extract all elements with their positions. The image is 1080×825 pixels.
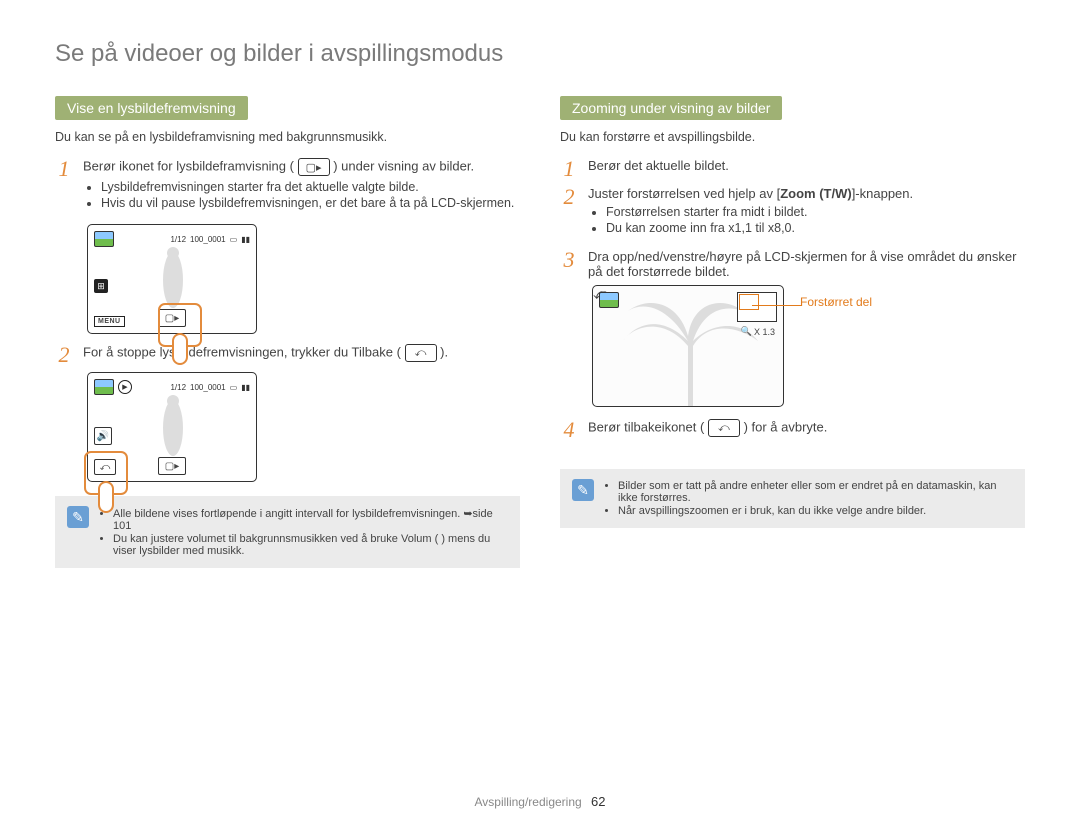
step-text: ).: [440, 344, 448, 359]
page-title: Se på videoer og bilder i avspillingsmod…: [55, 40, 1025, 68]
step-text: Berør ikonet for lysbildeframvisning (: [83, 158, 298, 173]
step-text: ) under visning av bilder.: [333, 158, 474, 173]
step-text: Juster forstørrelsen ved hjelp av [: [588, 186, 780, 201]
bullet: Lysbildefremvisningen starter fra det ak…: [101, 180, 520, 194]
counter: 1/12: [170, 383, 186, 392]
info-icon: ✎: [67, 506, 89, 528]
page-number: 62: [591, 794, 605, 809]
left-section-header: Vise en lysbildefremvisning: [55, 96, 248, 120]
folder-label: 100_0001: [190, 383, 226, 392]
lcd-thumbnail-zoom: 🔍 X 1.3 ⤺: [592, 285, 784, 407]
bullet: Hvis du vil pause lysbildefremvisningen,…: [101, 196, 520, 210]
step-bullets: Forstørrelsen starter fra midt i bildet.…: [588, 205, 1025, 235]
callout-line: [752, 305, 802, 306]
memory-icon: ▭: [230, 383, 238, 392]
step: 1 Berør det aktuelle bildet.: [560, 158, 1025, 180]
play-icon: ▶: [118, 380, 132, 394]
note-item: Alle bildene vises fortløpende i angitt …: [113, 507, 508, 532]
slideshow-button-icon: ▢▸: [158, 457, 186, 475]
zoom-thumbnail-wrap: 🔍 X 1.3 ⤺ Forstørret del: [560, 285, 1025, 407]
image-icon: [94, 379, 114, 395]
step-body: Dra opp/ned/venstre/høyre på LCD-skjerme…: [588, 249, 1025, 279]
battery-icon: ▮▮: [241, 383, 250, 392]
step-bullets: Lysbildefremvisningen starter fra det ak…: [83, 180, 520, 210]
left-intro: Du kan se på en lysbildeframvisning med …: [55, 130, 520, 144]
thumbnail-top-bar: 1/12 100_0001 ▭ ▮▮: [94, 231, 250, 247]
step-text: ) for å avbryte.: [744, 419, 828, 434]
note-list: Alle bildene vises fortløpende i angitt …: [99, 506, 508, 558]
zoom-level-label: 🔍 X 1.3: [741, 326, 775, 337]
note-box: ✎ Bilder som er tatt på andre enheter el…: [560, 469, 1025, 528]
note-text: Du kan justere volumet til bakgrunnsmusi…: [113, 533, 490, 557]
battery-icon: ▮▮: [241, 235, 250, 244]
info-icon: ✎: [572, 479, 594, 501]
step-text: Berør tilbakeikonet (: [588, 419, 708, 434]
step: 4 Berør tilbakeikonet ( ⤺ ) for å avbryt…: [560, 419, 1025, 441]
back-icon: ⤺: [405, 344, 437, 362]
step-text: ]-knappen.: [852, 186, 913, 201]
note-item: Bilder som er tatt på andre enheter elle…: [618, 480, 1013, 504]
step-number: 2: [560, 186, 578, 243]
volume-icon: 🔊: [94, 427, 112, 445]
step: 2 Juster forstørrelsen ved hjelp av [Zoo…: [560, 186, 1025, 243]
back-icon: ⤺: [708, 419, 740, 437]
step-text: For å stoppe lysbildefremvisningen, tryk…: [83, 344, 405, 359]
note-item: Du kan justere volumet til bakgrunnsmusi…: [113, 533, 508, 557]
thumbnail-top-bar: ▶ 1/12 100_0001 ▭ ▮▮: [94, 379, 250, 395]
menu-button: MENU: [94, 316, 125, 327]
image-icon: [94, 231, 114, 247]
step-body: Berør det aktuelle bildet.: [588, 158, 1025, 180]
step-number: 4: [560, 419, 578, 441]
bullet: Du kan zoome inn fra x1,1 til x8,0.: [606, 221, 1025, 235]
step-number: 3: [560, 249, 578, 279]
right-section-header: Zooming under visning av bilder: [560, 96, 782, 120]
step-number: 2: [55, 344, 73, 366]
two-columns: Vise en lysbildefremvisning Du kan se på…: [55, 96, 1025, 568]
note-item: Når avspillingszoomen er i bruk, kan du …: [618, 505, 1013, 517]
zoom-minimap: [737, 292, 777, 322]
footer-section: Avspilling/redigering: [475, 795, 582, 809]
step: 2 For å stoppe lysbildefremvisningen, tr…: [55, 344, 520, 366]
left-column: Vise en lysbildefremvisning Du kan se på…: [55, 96, 520, 568]
counter: 1/12: [170, 235, 186, 244]
magnifier-icon: 🔍: [741, 326, 752, 337]
memory-icon: ▭: [230, 235, 238, 244]
touch-point-icon: [84, 451, 128, 495]
lcd-thumbnail-1: 1/12 100_0001 ▭ ▮▮ ⊞ MENU ▢▸: [87, 224, 257, 334]
zoom-callout-label: Forstørret del: [800, 295, 872, 309]
grid-icon: ⊞: [94, 279, 108, 293]
step-body: For å stoppe lysbildefremvisningen, tryk…: [83, 344, 520, 366]
lcd-thumbnail-2: ▶ 1/12 100_0001 ▭ ▮▮ 🔊 ⤺ ▢▸: [87, 372, 257, 482]
step: 1 Berør ikonet for lysbildeframvisning (…: [55, 158, 520, 218]
bold-text: Zoom (T/W): [780, 186, 851, 201]
zoom-viewport-indicator: [739, 294, 759, 310]
image-icon: [599, 292, 619, 308]
step-number: 1: [560, 158, 578, 180]
slideshow-icon: ▢▸: [298, 158, 330, 176]
folder-label: 100_0001: [190, 235, 226, 244]
right-intro: Du kan forstørre et avspillingsbilde.: [560, 130, 1025, 144]
step-body: Berør ikonet for lysbildeframvisning ( ▢…: [83, 158, 520, 218]
note-box: ✎ Alle bildene vises fortløpende i angit…: [55, 496, 520, 568]
right-column: Zooming under visning av bilder Du kan f…: [560, 96, 1025, 568]
bullet: Forstørrelsen starter fra midt i bildet.: [606, 205, 1025, 219]
touch-point-icon: [158, 303, 202, 347]
step-number: 1: [55, 158, 73, 218]
step: 3 Dra opp/ned/venstre/høyre på LCD-skjer…: [560, 249, 1025, 279]
page-footer: Avspilling/redigering 62: [0, 794, 1080, 809]
note-list: Bilder som er tatt på andre enheter elle…: [604, 479, 1013, 518]
manual-page: Se på videoer og bilder i avspillingsmod…: [0, 0, 1080, 568]
step-body: Juster forstørrelsen ved hjelp av [Zoom …: [588, 186, 1025, 243]
zoom-value: X 1.3: [754, 327, 775, 337]
step-body: Berør tilbakeikonet ( ⤺ ) for å avbryte.: [588, 419, 1025, 441]
